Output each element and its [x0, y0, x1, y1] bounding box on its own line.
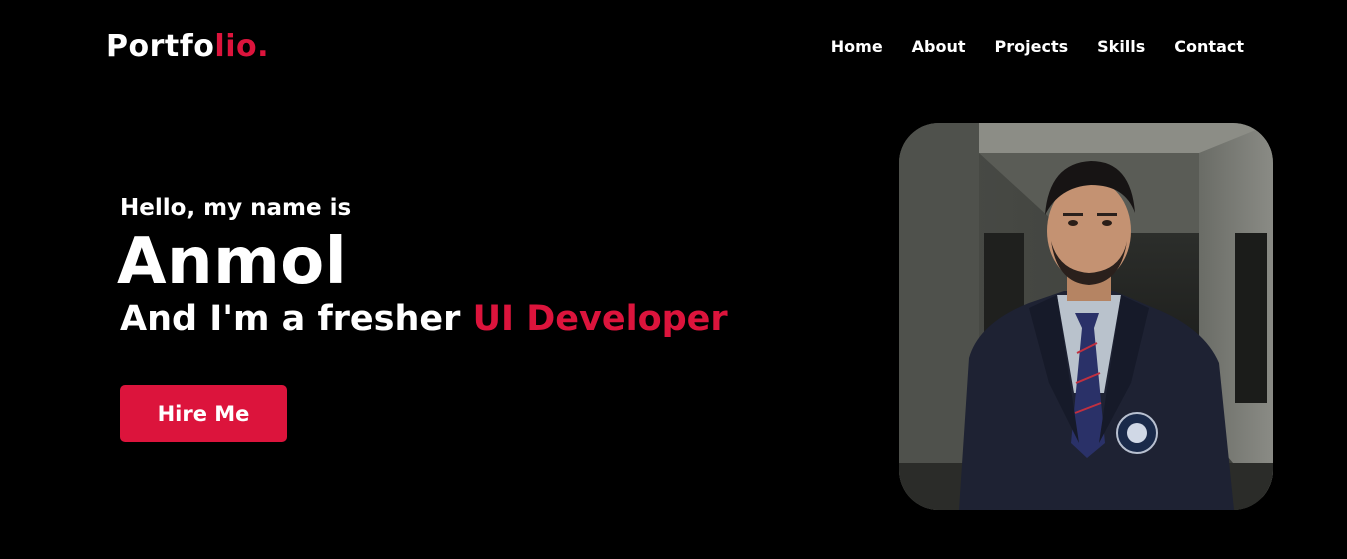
hero-greeting: Hello, my name is — [120, 195, 352, 221]
nav-menu: Home About Projects Skills Contact — [802, 36, 1244, 58]
hero-role-accent: UI Developer — [472, 299, 728, 339]
hero-role: And I'm a fresher UI Developer — [120, 297, 728, 341]
hire-me-button[interactable]: Hire Me — [120, 385, 287, 442]
nav-link-skills[interactable]: Skills — [1097, 36, 1145, 58]
nav-link-home[interactable]: Home — [831, 36, 883, 58]
logo-main-text: Portfo — [106, 29, 215, 64]
logo[interactable]: Portfolio. — [106, 27, 269, 67]
hero-text: Hello, my name is Anmol And I'm a freshe… — [117, 193, 728, 442]
profile-photo — [899, 123, 1273, 510]
nav-link-about[interactable]: About — [912, 36, 966, 58]
profile-photo-illustration — [899, 123, 1273, 510]
logo-accent-text: lio. — [214, 29, 269, 64]
hero-name: Anmol — [117, 225, 348, 299]
nav-link-contact[interactable]: Contact — [1174, 36, 1244, 58]
nav-link-projects[interactable]: Projects — [995, 36, 1069, 58]
hero-role-prefix: And I'm a fresher — [120, 299, 473, 339]
navbar: Portfolio. Home About Projects Skills Co… — [0, 0, 1347, 95]
